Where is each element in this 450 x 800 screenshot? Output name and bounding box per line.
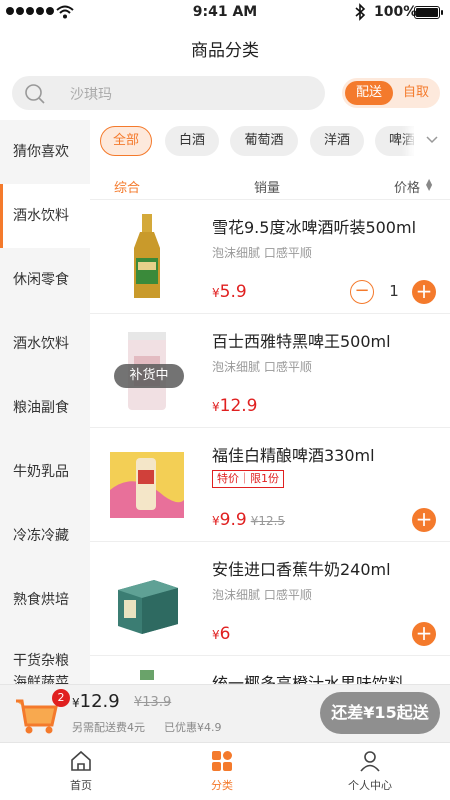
product-name: 百士西雅特黑啤王500ml xyxy=(212,332,391,351)
search-placeholder: 沙琪玛 xyxy=(70,87,112,103)
price-value: 9.9 xyxy=(219,510,247,530)
product-item[interactable]: 统一椰多高橙汁水果味饮料 xyxy=(90,656,450,684)
bluetooth-icon xyxy=(355,3,366,21)
promo-tag: 特价｜限1份 xyxy=(212,470,284,488)
product-image-milk-box xyxy=(118,580,178,634)
product-item[interactable]: 福佳白精酿啤酒330ml 特价｜限1份 ¥9.9 ¥12.5 + xyxy=(90,428,450,542)
expand-chips-button[interactable] xyxy=(414,122,450,162)
sidebar-item-label-line2: 海鲜蔬菜 xyxy=(13,675,69,684)
add-to-cart-button[interactable]: + xyxy=(412,508,436,532)
price-currency: ¥ xyxy=(212,286,220,300)
discount-note: 已优惠¥4.9 xyxy=(164,721,222,734)
product-price: ¥9.9 ¥12.5 xyxy=(212,510,285,530)
tab-home-label: 首页 xyxy=(70,779,92,792)
product-name: 统一椰多高橙汁水果味饮料 xyxy=(212,674,405,684)
category-sidebar: 猜你喜欢 酒水饮料 休闲零食 酒水饮料 粮油副食 牛奶乳品 冷冻冷藏 熟食烘培 … xyxy=(0,120,90,684)
sidebar-item[interactable]: 熟食烘培 xyxy=(0,568,90,632)
category-grid-icon xyxy=(212,751,232,771)
checkout-button[interactable]: 还差¥15起送 xyxy=(320,692,440,734)
tab-bar: 首页 分类 个人中心 xyxy=(0,742,450,800)
product-name: 雪花9.5度冰啤酒听装500ml xyxy=(212,218,417,237)
price-value: 6 xyxy=(219,624,231,644)
price-value: 12.9 xyxy=(219,396,258,416)
add-to-cart-button[interactable]: + xyxy=(412,280,436,304)
original-price: ¥12.5 xyxy=(250,514,286,528)
battery-icon xyxy=(414,6,443,19)
sidebar-item-active[interactable]: 酒水饮料 xyxy=(0,184,90,248)
tab-profile[interactable]: 个人中心 xyxy=(325,749,415,797)
cart-currency: ¥ xyxy=(72,696,80,710)
user-icon xyxy=(360,751,380,772)
sort-comprehensive[interactable]: 综合 xyxy=(114,177,140,196)
sidebar-item[interactable]: 休闲零食 xyxy=(0,248,90,312)
tab-profile-label: 个人中心 xyxy=(348,779,392,792)
sidebar-item[interactable]: 牛奶乳品 xyxy=(0,440,90,504)
product-item[interactable]: 安佳进口香蕉牛奶240ml 泡沫细腻 口感平顺 ¥6 + xyxy=(90,542,450,656)
price-currency: ¥ xyxy=(212,628,220,642)
add-to-cart-button[interactable]: + xyxy=(412,622,436,646)
status-bar: 9:41 AM 100% xyxy=(0,0,450,26)
search-input[interactable]: 沙琪玛 xyxy=(12,76,325,110)
chip-all[interactable]: 全部 xyxy=(100,126,152,156)
product-price: ¥5.9 xyxy=(212,282,247,302)
tab-category-label: 分类 xyxy=(211,779,233,792)
cart-original-total: ¥13.9 xyxy=(134,695,172,710)
decrease-quantity-button[interactable]: − xyxy=(350,280,374,304)
product-image-wheat-beer xyxy=(110,452,184,518)
sidebar-item[interactable]: 冷冻冷藏 xyxy=(0,504,90,568)
product-name: 安佳进口香蕉牛奶240ml xyxy=(212,560,391,579)
sort-price[interactable]: 价格 xyxy=(394,177,420,196)
cart-total-value: 12.9 xyxy=(79,691,120,712)
quantity-value: 1 xyxy=(389,282,399,300)
chip-wine[interactable]: 葡萄酒 xyxy=(230,126,298,156)
sidebar-item[interactable]: 干货杂粮 海鲜蔬菜 xyxy=(0,642,90,684)
product-image-beer-bottle xyxy=(134,214,160,298)
cart-total: ¥12.9 xyxy=(72,691,120,712)
product-item[interactable]: 补货中 百士西雅特黑啤王500ml 泡沫细腻 口感平顺 ¥12.9 xyxy=(90,314,450,428)
subcategory-chips: 全部 白酒 葡萄酒 洋酒 啤酒 xyxy=(100,122,450,162)
price-value: 5.9 xyxy=(219,282,247,302)
product-description: 泡沫细腻 口感平顺 xyxy=(212,360,312,374)
price-currency: ¥ xyxy=(212,514,220,528)
cart-count-badge: 2 xyxy=(52,689,70,707)
price-currency: ¥ xyxy=(212,400,220,414)
cart-bar: 2 ¥12.9 ¥13.9 另需配送费4元 已优惠¥4.9 还差¥15起送 xyxy=(0,684,450,742)
sidebar-item[interactable]: 粮油副食 xyxy=(0,376,90,440)
sidebar-item[interactable]: 酒水饮料 xyxy=(0,312,90,376)
product-description: 泡沫细腻 口感平顺 xyxy=(212,588,312,602)
sidebar-item[interactable]: 猜你喜欢 xyxy=(0,120,90,184)
sidebar-item-label: 干货杂粮 xyxy=(13,653,69,669)
product-price: ¥12.9 xyxy=(212,396,258,416)
chip-spirits[interactable]: 洋酒 xyxy=(310,126,364,156)
product-item[interactable]: 雪花9.5度冰啤酒听装500ml 泡沫细腻 口感平顺 ¥5.9 − 1 + xyxy=(90,200,450,314)
chip-baijiu[interactable]: 白酒 xyxy=(165,126,219,156)
tab-category[interactable]: 分类 xyxy=(177,749,267,797)
pickup-option[interactable]: 自取 xyxy=(394,81,438,105)
home-icon xyxy=(71,750,91,771)
search-icon xyxy=(25,84,45,104)
restock-badge: 补货中 xyxy=(114,364,184,388)
delivery-option[interactable]: 配送 xyxy=(345,81,393,105)
product-image-juice-bottle xyxy=(140,670,154,680)
delivery-fee-note: 另需配送费4元 xyxy=(72,721,145,734)
sort-arrows-icon: ▲ ▼ xyxy=(426,177,433,192)
product-name: 福佳白精酿啤酒330ml xyxy=(212,446,375,465)
product-list: 雪花9.5度冰啤酒听装500ml 泡沫细腻 口感平顺 ¥5.9 − 1 + 补货… xyxy=(90,200,450,684)
delivery-mode-toggle: 配送 自取 xyxy=(342,78,440,108)
sort-sales[interactable]: 销量 xyxy=(254,177,280,196)
chevron-down-icon xyxy=(426,136,438,144)
page-title: 商品分类 xyxy=(191,41,259,61)
battery-percent: 100% xyxy=(374,4,418,20)
sort-bar: 综合 销量 价格 ▲ ▼ xyxy=(90,170,450,200)
tab-home[interactable]: 首页 xyxy=(36,749,126,797)
product-description: 泡沫细腻 口感平顺 xyxy=(212,246,312,260)
product-price: ¥6 xyxy=(212,624,230,644)
